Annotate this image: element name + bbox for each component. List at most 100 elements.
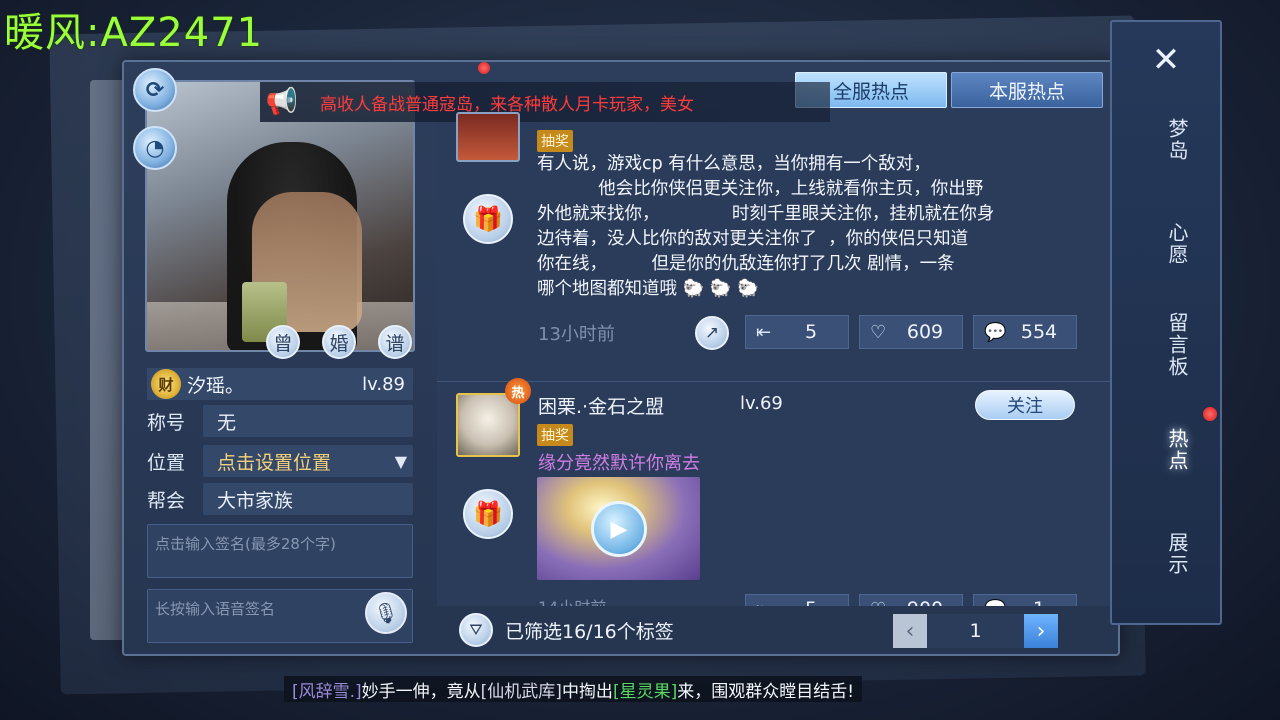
post1-like-button[interactable]: ♡ 609 [859,315,963,349]
post1-line: 外他就来找你， 时刻千里眼关注你，挂机就在你身 [537,204,995,224]
post1-line: 你在线， 但是你的仇敌连你打了几次 剧情，一条 [537,254,955,274]
notification-dot [478,62,490,74]
sys-msg-item: [星灵果] [612,681,678,702]
chevron-left-icon: ‹ [905,618,915,644]
guild-row: 帮会 大市家族 [147,483,413,515]
post1-likes: 609 [906,321,944,343]
page-number[interactable]: 1 [927,614,1024,648]
sys-msg-part3: 来，围观群众瞠目结舌! [677,681,855,702]
title-value[interactable]: 无 [203,405,413,437]
post2-lottery-badge: 抽奖 [537,424,573,446]
comment-icon: 💬 [984,599,1012,607]
profile-name-row: 财 汐瑶。 lv.89 [147,368,413,400]
post1-line: 哪个地图都知道哦 🐑 🐑 🐑 [537,277,1067,302]
post2-avatar[interactable] [456,393,520,457]
post1-gift-button[interactable]: 🎁 [463,194,513,244]
post2-text: 缘分竟然默许你离去 [538,453,700,474]
mask-button[interactable]: ◔ [133,126,177,170]
post1-shares: 5 [804,321,818,343]
post2-like-button[interactable]: ♡ 900 [859,594,963,606]
announcement-text: 高收人备战普通寇岛，来各种散人月卡玩家，美女 [320,94,694,115]
refresh-button[interactable]: ⟳ [133,68,177,112]
sys-msg-part1: 妙手一伸，竟从 [361,681,481,702]
title-row: 称号 无 [147,405,413,437]
gift-icon: 🎁 [473,500,503,528]
post2-video[interactable]: ▶ [537,477,700,580]
mask-icon: ◔ [145,135,165,161]
location-select[interactable]: 点击设置位置 ▼ [203,445,413,477]
reshare-icon: ⇤ [756,321,772,343]
title-label: 称号 [147,411,186,434]
guild-label: 帮会 [147,489,186,512]
tab-this-server[interactable]: 本服热点 [951,72,1103,108]
post1-share-button[interactable]: ↗ [695,316,729,350]
photo-tag-3[interactable]: 谱 [378,325,412,359]
location-label: 位置 [147,451,186,474]
play-button[interactable]: ▶ [591,501,647,557]
post1-line: 他会比你侠侣更关注你，上线就看你主页，你出野 [537,179,984,199]
post2-comments: 1 [1012,598,1066,606]
follow-button[interactable]: 关注 [975,390,1075,420]
system-message: [风辞雪.] 妙手一伸，竟从 [仙机武库] 中掏出 [星灵果] 来，围观群众瞠目… [284,676,863,702]
post1-comment-button[interactable]: 💬 554 [973,315,1077,349]
filter-button[interactable]: ⛛ [459,613,493,647]
side-nav-message-board[interactable]: 留言板 [1140,312,1190,378]
profile-level: lv.89 [362,373,405,395]
guild-value[interactable]: 大市家族 [203,483,413,515]
heart-icon: ♡ [870,599,898,607]
location-value: 点击设置位置 [217,451,332,474]
chevron-down-icon: ▼ [394,451,407,471]
post2-footer: 14小时前 ⇤ 5 ♡ 900 💬 1 [437,592,1110,606]
post2-shares: 5 [784,598,838,606]
divider [437,381,1110,382]
side-nav-hot[interactable]: 热点 [1140,428,1190,472]
side-nav-wish[interactable]: 心愿 [1140,222,1190,266]
post1-reshare-count[interactable]: ⇤ 5 [745,315,849,349]
prev-page-button[interactable]: ‹ [893,614,927,648]
share-icon: ↗ [704,323,720,343]
chevron-right-icon: › [1036,618,1046,644]
post1-time: 13小时前 [538,324,615,345]
megaphone-icon: 📢 [265,87,299,117]
play-icon: ▶ [610,516,628,542]
side-nav-showcase[interactable]: 展示 [1140,532,1190,576]
reshare-icon: ⇤ [756,599,784,607]
profile-name: 汐瑶。 [187,374,245,397]
location-row: 位置 点击设置位置 ▼ [147,445,413,477]
photo-tag-2[interactable]: 婚 [322,325,356,359]
post2-gift-button[interactable]: 🎁 [463,489,513,539]
watermark: 暖风:AZ2471 [4,10,264,56]
side-nav-dream-island[interactable]: 梦岛 [1140,118,1190,162]
mic-button[interactable]: 🎙 [365,592,407,634]
heart-icon: ♡ [870,321,887,343]
announcement-banner: 📢 高收人备战普通寇岛，来各种散人月卡玩家，美女 [260,82,830,122]
signature-input[interactable]: 点击输入签名(最多28个字) [147,524,413,578]
mic-icon: 🎙 [373,601,399,625]
sys-msg-player: [风辞雪.] [292,681,362,702]
post1-line: 有人说，游戏cp 有什么意思，当你拥有一个敌对， [537,154,931,174]
rich-badge: 财 [151,369,181,399]
post1-line: 边待着，没人比你的敌对更关注你了 ，你的侠侣只知道 [537,229,969,249]
post1-line-text: 哪个地图都知道哦 [537,279,677,299]
post2-author-name[interactable]: 困栗.·金石之盟 [538,392,664,419]
post2-time: 14小时前 [538,594,606,606]
sys-msg-place: [仙机武库] [480,681,562,702]
refresh-icon: ⟳ [145,77,165,103]
post2-reshare-count[interactable]: ⇤ 5 [745,594,849,606]
post2-comment-button[interactable]: 💬 1 [973,594,1077,606]
post1-avatar[interactable] [456,112,520,162]
filter-status: 已筛选16/16个标签 [505,620,674,643]
filter-icon: ⛛ [469,620,483,639]
sys-msg-part2: 中掏出 [561,681,613,702]
emoji-icon: 🐑 🐑 🐑 [682,279,760,299]
post1-comments: 554 [1020,321,1058,343]
close-button[interactable]: ✕ [1148,40,1184,80]
post2-likes: 900 [898,598,952,606]
close-icon: ✕ [1151,40,1181,80]
photo-tag-1[interactable]: 曾 [266,325,300,359]
gift-icon: 🎁 [473,205,503,233]
side-nav-hot-dot [1203,407,1217,421]
comment-icon: 💬 [984,321,1007,343]
next-page-button[interactable]: › [1024,614,1058,648]
hot-badge: 热 [505,378,531,404]
